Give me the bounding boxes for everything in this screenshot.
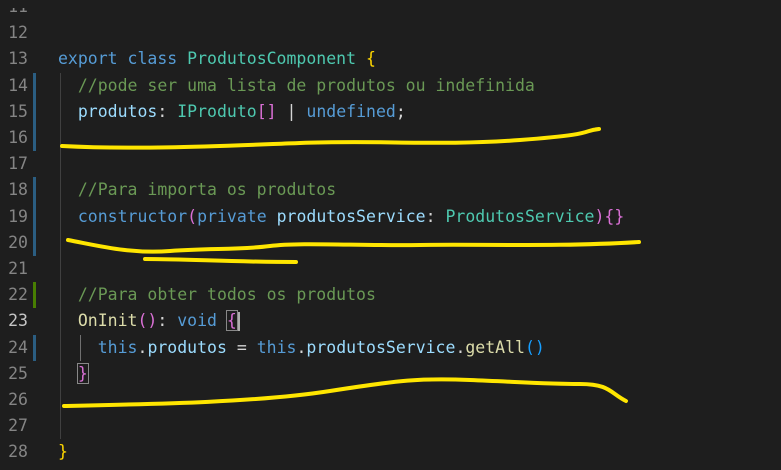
code-token: constructor — [77, 206, 188, 226]
code-line[interactable]: 12 — [0, 20, 781, 46]
code-token: produtos — [147, 337, 227, 357]
line-number: 15 — [8, 101, 28, 121]
code-line[interactable]: 26 — [0, 387, 781, 413]
line-number: 16 — [8, 128, 28, 147]
line-number: 18 — [8, 180, 28, 200]
code-text[interactable]: export class ProdutosComponent { — [58, 46, 376, 72]
code-token: void — [177, 311, 217, 331]
code-line[interactable]: 23 OnInit(): void { — [0, 308, 781, 334]
code-line[interactable]: 17 — [0, 151, 781, 177]
code-token: ; — [395, 101, 406, 121]
code-text[interactable]: constructor(private produtosService: Pro… — [58, 204, 624, 230]
line-number: 17 — [8, 154, 28, 174]
code-line[interactable]: 28} — [0, 439, 781, 465]
code-line[interactable]: 15 produtos: IProduto[] | undefined; — [0, 99, 781, 125]
code-token: {} — [604, 206, 625, 226]
code-token: IProduto — [177, 101, 257, 121]
code-text[interactable]: //pode ser uma lista de produtos ou inde… — [58, 73, 535, 99]
line-number: 13 — [8, 49, 28, 69]
code-token: | — [276, 101, 307, 121]
line-number: 19 — [8, 206, 28, 226]
code-line[interactable]: 27 — [0, 413, 781, 439]
code-token: ProdutosService — [445, 206, 595, 226]
code-token: : — [157, 311, 178, 331]
code-token: this — [256, 337, 297, 357]
line-number: 23 — [8, 311, 28, 331]
code-token: = — [226, 337, 257, 357]
code-token: } — [58, 442, 68, 462]
gutter-modified-marker[interactable] — [33, 72, 36, 152]
indent-guide — [60, 72, 61, 440]
line-number: 12 — [8, 23, 28, 43]
code-token: this — [97, 337, 138, 357]
code-line[interactable]: 21 — [0, 256, 781, 282]
scrolled-line-top-edge — [0, 0, 781, 8]
code-token: ) — [594, 206, 605, 226]
code-text[interactable]: } — [58, 439, 68, 465]
code-token: produtosService — [276, 206, 426, 226]
code-token: . — [455, 337, 466, 357]
code-token: undefined — [306, 101, 396, 121]
gutter-modified-marker[interactable] — [33, 177, 36, 256]
code-token: () — [137, 311, 158, 331]
code-line[interactable]: 13 export class ProdutosComponent { — [0, 46, 781, 72]
line-number: 27 — [8, 416, 28, 436]
code-token: produtos — [77, 101, 158, 121]
code-token: export — [58, 49, 118, 69]
code-token: { — [365, 49, 376, 69]
code-token: } — [76, 362, 89, 384]
code-line[interactable]: 14 //pode ser uma lista de produtos ou i… — [0, 73, 781, 99]
code-text[interactable]: OnInit(): void { — [58, 308, 241, 334]
code-token: . — [296, 337, 307, 357]
line-number: 28 — [8, 442, 28, 462]
code-text[interactable]: this.produtos = this.produtosService.get… — [58, 335, 545, 361]
code-token: produtosService — [306, 337, 456, 357]
code-line[interactable]: 19 constructor(private produtosService: … — [0, 204, 781, 230]
code-token: //pode ser uma lista de produtos ou inde… — [58, 75, 535, 95]
line-number: 22 — [8, 285, 28, 305]
line-number: 24 — [8, 337, 28, 357]
code-line[interactable]: 25 } — [0, 361, 781, 387]
code-editor[interactable]: 11 12 13 export class ProdutosComponent {14… — [0, 0, 781, 470]
code-token: getAll — [465, 337, 525, 357]
code-token: [] — [256, 101, 277, 121]
code-line[interactable]: 24 this.produtos = this.produtosService.… — [0, 335, 781, 361]
indent-guide-active — [80, 334, 81, 361]
code-line[interactable]: 20 — [0, 230, 781, 256]
code-token: () — [524, 337, 545, 357]
code-token: . — [137, 337, 148, 357]
code-token: { — [225, 310, 238, 332]
code-text[interactable]: //Para obter todos os produtos — [58, 282, 376, 308]
line-number: 20 — [8, 232, 28, 252]
code-token: : — [157, 101, 178, 121]
code-text[interactable]: //Para importa os produtos — [58, 177, 336, 203]
code-token: //Para importa os produtos — [58, 180, 337, 200]
code-text[interactable]: produtos: IProduto[] | undefined; — [58, 99, 406, 125]
gutter-added-marker[interactable] — [33, 282, 36, 309]
line-number: 26 — [8, 390, 28, 409]
code-token: //Para obter todos os produtos — [58, 285, 376, 305]
code-text[interactable]: } — [58, 361, 89, 387]
line-number: 14 — [8, 75, 28, 95]
code-token: : — [425, 206, 446, 226]
code-line[interactable]: 16 — [0, 125, 781, 151]
code-token: ProdutosComponent — [187, 49, 357, 69]
line-number: 21 — [8, 259, 28, 278]
line-number: 25 — [8, 363, 28, 383]
code-line[interactable]: 18 //Para importa os produtos — [0, 177, 781, 203]
code-line[interactable]: 22 //Para obter todos os produtos — [0, 282, 781, 308]
code-token: ( — [187, 206, 198, 226]
code-token: class — [127, 49, 178, 69]
gutter-modified-marker[interactable] — [33, 334, 36, 361]
code-token: private — [197, 206, 267, 226]
text-cursor — [237, 312, 240, 332]
code-token: OnInit — [77, 311, 138, 331]
